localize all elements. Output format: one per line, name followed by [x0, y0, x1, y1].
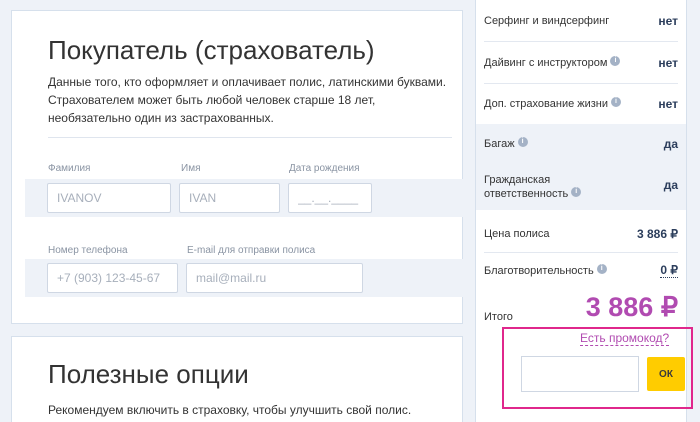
- email-input[interactable]: [186, 263, 363, 293]
- dob-input[interactable]: [288, 183, 372, 213]
- summary-value: нет: [658, 97, 678, 111]
- ok-button[interactable]: ОК: [647, 357, 685, 391]
- summary-row-price: Цена полиса 3 886 ₽: [476, 215, 686, 253]
- info-icon[interactable]: i: [517, 137, 528, 147]
- summary-row-baggage: Багаж i да: [476, 124, 686, 164]
- buyer-description: Данные того, кто оформляет и оплачивает …: [48, 75, 447, 125]
- summary-value: нет: [658, 14, 678, 28]
- summary-row-surfing: Серфинг и виндсерфинг нет: [476, 0, 686, 41]
- charity-value[interactable]: 0 ₽: [660, 263, 678, 278]
- info-icon[interactable]: i: [611, 97, 622, 107]
- summary-value: 3 886 ₽: [637, 227, 678, 241]
- total-label: Итого: [484, 311, 513, 323]
- summary-row-life: Доп. страхование жизни i нет: [476, 84, 686, 124]
- phone-input[interactable]: [47, 263, 178, 293]
- name-label: Имя: [181, 163, 201, 174]
- summary-row-charity: Благотворительность i 0 ₽: [476, 253, 686, 289]
- surname-input[interactable]: [47, 183, 171, 213]
- summary-value: нет: [658, 56, 678, 70]
- options-description: Рекомендуем включить в страховку, чтобы …: [48, 403, 412, 417]
- info-icon[interactable]: i: [596, 264, 607, 274]
- dob-label: Дата рождения: [289, 163, 360, 174]
- total-value: 3 886 ₽: [585, 292, 678, 322]
- summary-label: Благотворительность: [484, 265, 594, 277]
- summary-label: Дайвинг с инструктором: [484, 57, 608, 69]
- buyer-card: Покупатель (страхователь) Данные того, к…: [11, 10, 463, 324]
- divider: [48, 137, 452, 138]
- promo-code-input[interactable]: [521, 356, 639, 392]
- summary-label: Гражданская ответственность: [484, 174, 569, 200]
- summary-label: Серфинг и виндсерфинг: [484, 15, 610, 27]
- summary-row-diving: Дайвинг с инструктором i нет: [476, 42, 686, 83]
- summary-label: Багаж: [484, 138, 515, 150]
- name-input[interactable]: [179, 183, 280, 213]
- summary-label: Цена полиса: [484, 228, 550, 240]
- info-icon[interactable]: i: [571, 187, 582, 197]
- info-icon[interactable]: i: [610, 56, 621, 66]
- summary-label: Доп. страхование жизни: [484, 98, 609, 110]
- email-label: E-mail для отправки полиса: [187, 245, 316, 256]
- phone-label: Номер телефона: [48, 245, 128, 256]
- summary-value: да: [663, 178, 678, 192]
- buyer-title: Покупатель (страхователь): [48, 35, 375, 65]
- summary-row-liability: Гражданская ответственность i да: [476, 164, 686, 210]
- options-card: Полезные опции Рекомендуем включить в ст…: [11, 336, 463, 422]
- surname-label: Фамилия: [48, 163, 91, 174]
- options-title: Полезные опции: [48, 359, 249, 389]
- promo-code-link[interactable]: Есть промокод?: [580, 331, 670, 346]
- summary-value: да: [663, 137, 678, 151]
